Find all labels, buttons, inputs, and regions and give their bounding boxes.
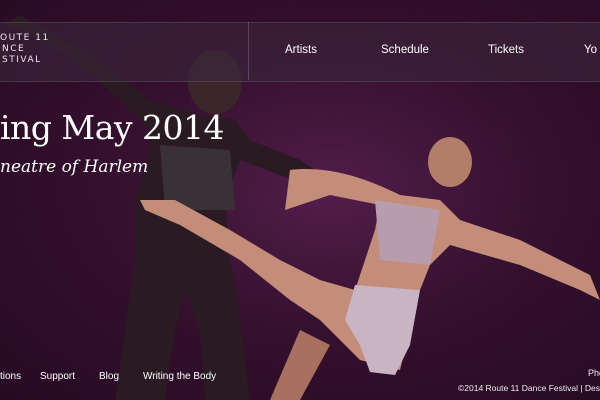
footer-link-blog[interactable]: Blog [99, 371, 119, 382]
photo-credit: Pho [588, 368, 600, 378]
main-nav: Artists Schedule Tickets Yo [0, 44, 600, 60]
nav-schedule[interactable]: Schedule [381, 44, 429, 56]
nav-artists[interactable]: Artists [285, 44, 317, 56]
nav-your[interactable]: Yo [584, 44, 597, 56]
logo-line-1: OUTE 11 [0, 33, 50, 43]
nav-tickets[interactable]: Tickets [488, 44, 524, 56]
hero-subtitle: neatre of Harlem [0, 157, 149, 177]
footer-link-writing-the-body[interactable]: Writing the Body [143, 371, 216, 382]
footer-link-support[interactable]: Support [40, 371, 75, 382]
copyright-text: ©2014 Route 11 Dance Festival | Desig [458, 383, 600, 393]
footer-link-partial[interactable]: tions [0, 371, 21, 382]
hero-title: ing May 2014 [0, 108, 225, 147]
